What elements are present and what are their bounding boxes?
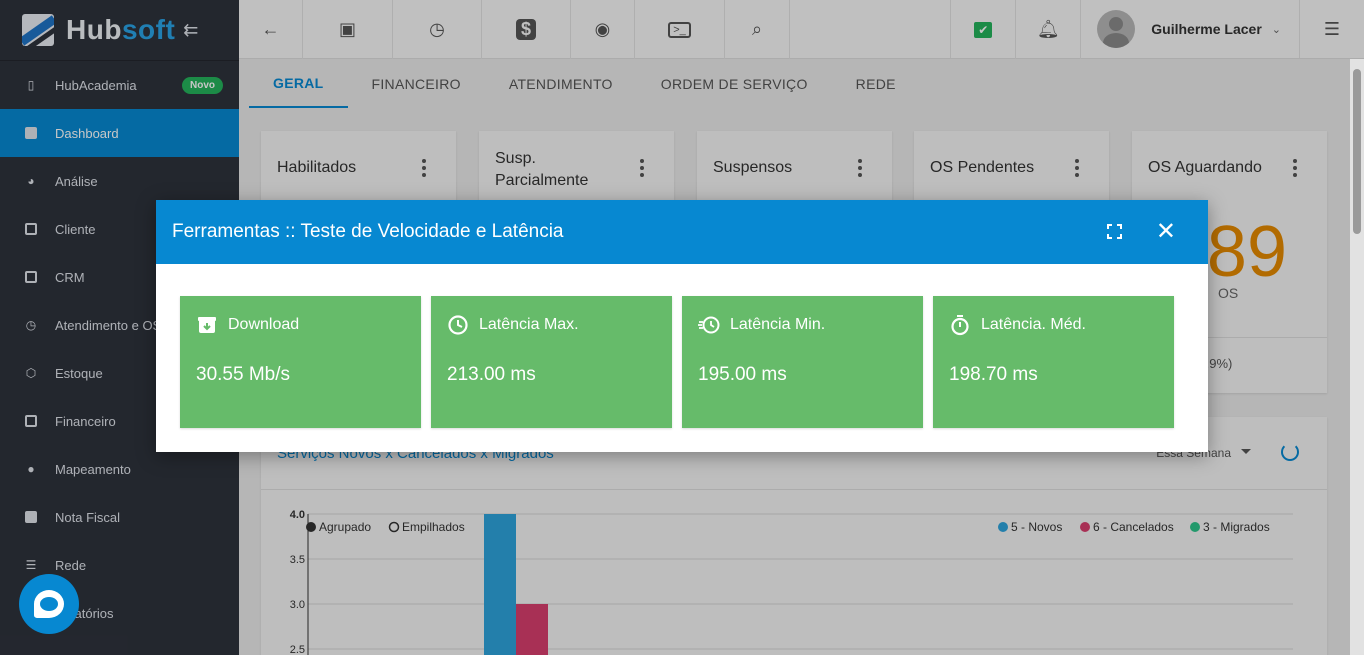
metric-value: 198.70 ms <box>949 364 1038 385</box>
stopwatch-icon <box>951 315 969 336</box>
clock-icon <box>448 315 468 335</box>
page-scrollbar[interactable] <box>1350 59 1364 655</box>
metric-latencia-med: Latência. Méd. 198.70 ms <box>933 296 1174 428</box>
chat-widget-button[interactable] <box>19 574 79 634</box>
speed-test-modal: Ferramentas :: Teste de Velocidade e Lat… <box>156 200 1208 452</box>
metric-download: Download 30.55 Mb/s <box>180 296 421 428</box>
close-icon[interactable]: ✕ <box>1156 220 1176 244</box>
metric-label: Latência. Méd. <box>981 316 1086 333</box>
metrics-row: Download 30.55 Mb/s Latência Max. 213.00… <box>180 296 1174 428</box>
metric-value: 195.00 ms <box>698 364 787 385</box>
modal-header: Ferramentas :: Teste de Velocidade e Lat… <box>156 200 1208 264</box>
fast-clock-icon <box>698 316 720 334</box>
chat-icon <box>34 590 64 618</box>
metric-value: 30.55 Mb/s <box>196 364 290 385</box>
metric-label: Latência Min. <box>730 316 826 333</box>
download-box-icon <box>198 317 216 333</box>
metric-label: Download <box>228 316 300 333</box>
fullscreen-icon[interactable] <box>1107 224 1122 239</box>
scrollbar-thumb[interactable] <box>1353 69 1361 234</box>
metric-latencia-min: Latência Min. 195.00 ms <box>682 296 923 428</box>
modal-title: Ferramentas :: Teste de Velocidade e Lat… <box>172 221 564 242</box>
metric-label: Latência Max. <box>479 316 579 333</box>
metric-latencia-max: Latência Max. 213.00 ms <box>431 296 672 428</box>
metric-value: 213.00 ms <box>447 364 536 385</box>
